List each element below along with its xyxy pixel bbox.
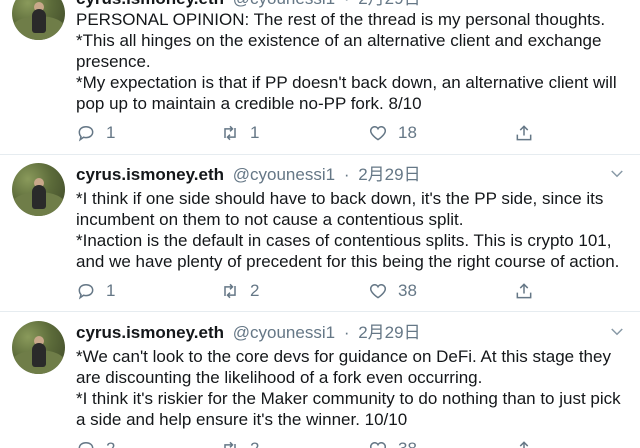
tweet-text: PERSONAL OPINION: The rest of the thread… <box>76 10 617 113</box>
retweet-icon <box>224 283 236 299</box>
separator: · <box>343 165 350 184</box>
reply-icon <box>78 283 94 300</box>
heart-icon <box>369 283 387 299</box>
heart-icon <box>369 125 387 141</box>
display-name[interactable]: cyrus.ismoney.eth <box>76 323 224 342</box>
avatar[interactable] <box>12 0 65 40</box>
retweet-button[interactable]: 2 <box>220 279 259 303</box>
reply-icon <box>78 125 94 142</box>
avatar[interactable] <box>12 163 65 216</box>
avatar[interactable] <box>12 321 65 374</box>
like-count: 38 <box>398 439 417 448</box>
reply-count: 1 <box>106 281 116 300</box>
handle[interactable]: @cyounessi1 <box>233 0 335 8</box>
reply-button[interactable]: 2 <box>76 437 115 448</box>
tweet-date[interactable]: 2月29日 <box>358 165 420 184</box>
retweet-icon <box>224 125 236 141</box>
tweet-actions: 1 1 18 <box>76 121 536 145</box>
share-button[interactable] <box>514 279 544 303</box>
tweet-divider <box>0 311 640 312</box>
retweet-count: 2 <box>250 439 259 448</box>
reply-icon <box>78 441 94 448</box>
display-name[interactable]: cyrus.ismoney.eth <box>76 165 224 184</box>
tweet-3[interactable]: cyrus.ismoney.eth @cyounessi1 · 2月29日 *W… <box>0 321 640 448</box>
heart-icon <box>369 441 387 448</box>
separator: · <box>344 0 350 8</box>
share-button[interactable] <box>514 121 544 145</box>
like-button[interactable]: 38 <box>368 437 417 448</box>
tweet-header: cyrus.ismoney.eth @cyounessi1 · 2月29日 <box>76 321 421 345</box>
reply-button[interactable]: 1 <box>76 121 115 145</box>
reply-button[interactable]: 1 <box>76 279 115 303</box>
retweet-icon <box>224 441 236 448</box>
retweet-button[interactable]: 2 <box>220 437 259 448</box>
tweet-text: *We can't look to the core devs for guid… <box>76 347 621 429</box>
retweet-count: 2 <box>250 281 260 300</box>
retweet-button[interactable]: 1 <box>220 121 259 145</box>
share-icon <box>516 283 532 299</box>
tweet-actions: 2 2 38 <box>76 437 536 448</box>
tweet-header: cyrus.ismoney.eth @cyounessi1 · 2月29日 <box>76 163 421 187</box>
tweet-actions: 1 2 38 <box>76 279 536 303</box>
like-button[interactable]: 38 <box>368 279 417 303</box>
retweet-count: 1 <box>250 123 260 142</box>
like-button[interactable]: 18 <box>368 121 417 145</box>
share-button[interactable] <box>514 437 544 448</box>
share-icon <box>516 125 532 141</box>
display-name[interactable]: cyrus.ismoney.eth <box>76 0 224 8</box>
handle[interactable]: @cyounessi1 <box>233 323 335 342</box>
tweet-2[interactable]: cyrus.ismoney.eth @cyounessi1 · 2月29日 *I… <box>0 163 640 311</box>
separator: · <box>343 323 350 342</box>
tweet-date[interactable]: 2月29日 <box>358 323 420 342</box>
handle[interactable]: @cyounessi1 <box>233 165 335 184</box>
tweet-1[interactable]: cyrus.ismoney.eth @cyounessi1 · 2月29日 PE… <box>0 0 640 147</box>
share-icon <box>519 441 529 448</box>
reply-count: 1 <box>106 123 116 142</box>
tweet-divider <box>0 154 640 155</box>
like-count: 18 <box>398 123 417 142</box>
chevron-down-icon[interactable] <box>608 167 626 181</box>
reply-count: 2 <box>106 439 115 448</box>
tweet-text: *I think if one side should have to back… <box>76 189 620 271</box>
chevron-down-icon[interactable] <box>608 325 626 339</box>
like-count: 38 <box>398 281 417 300</box>
tweet-date[interactable]: 2月29日 <box>358 0 420 8</box>
